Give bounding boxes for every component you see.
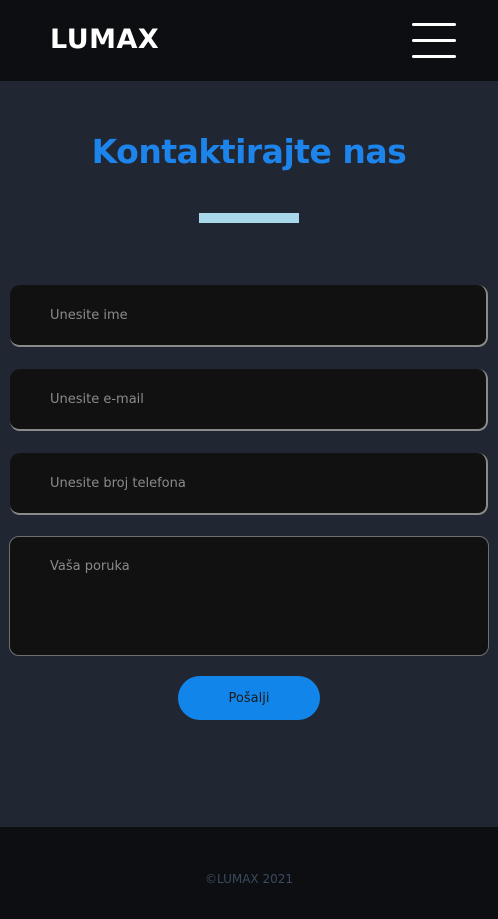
site-footer: ©LUMAX 2021 <box>0 827 498 919</box>
logo[interactable]: LUMAX <box>50 22 159 58</box>
site-header: LUMAX <box>0 0 498 81</box>
copyright-text: ©LUMAX 2021 <box>204 872 293 886</box>
message-textarea[interactable] <box>9 536 489 656</box>
email-input[interactable] <box>10 369 488 431</box>
title-underline <box>199 213 299 223</box>
name-input[interactable] <box>10 285 488 347</box>
menu-bar-bottom <box>412 55 456 58</box>
menu-bar-top <box>412 23 456 26</box>
page-title: Kontaktirajte nas <box>91 132 407 171</box>
menu-bar-middle <box>412 39 456 42</box>
hamburger-menu-icon[interactable] <box>410 22 458 60</box>
phone-input[interactable] <box>10 453 488 515</box>
send-button[interactable]: Pošalji <box>178 676 320 720</box>
